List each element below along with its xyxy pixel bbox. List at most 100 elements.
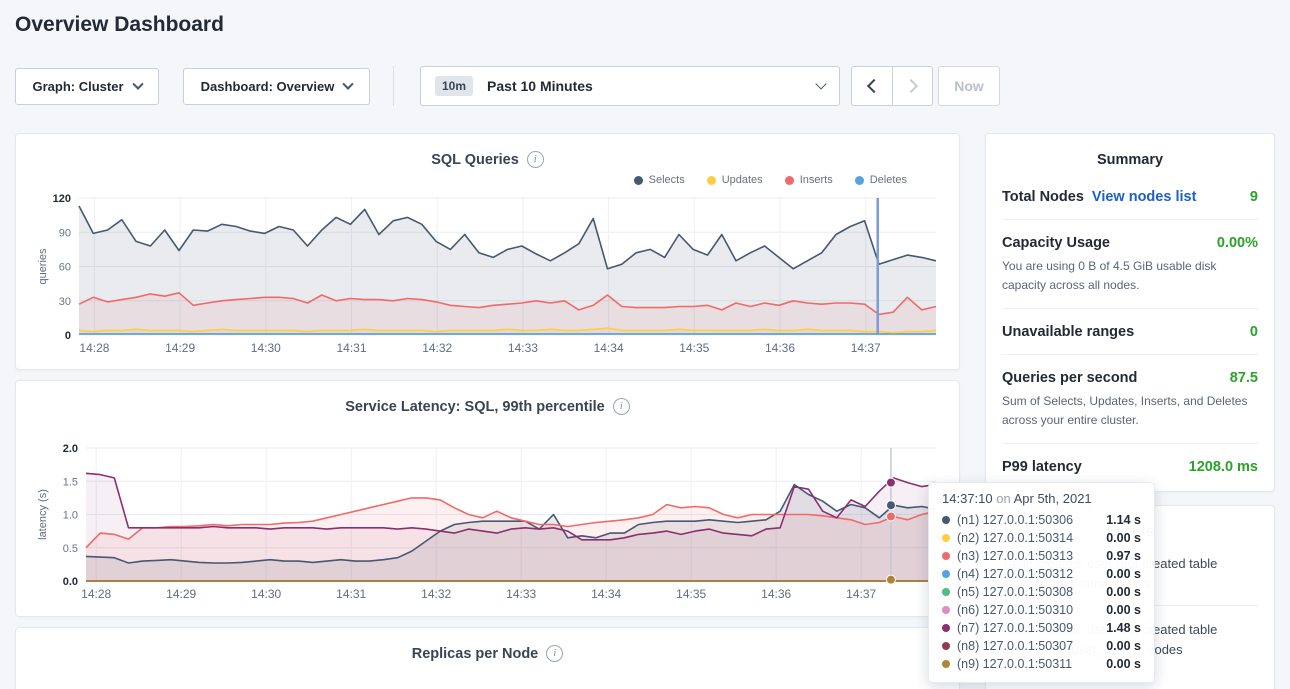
service-latency-card: Service Latency: SQL, 99th percentile i … [15, 380, 960, 617]
legend-dot-icon [634, 176, 643, 185]
svg-text:0.0: 0.0 [63, 576, 78, 588]
info-icon[interactable]: i [527, 151, 544, 168]
svg-text:14:28: 14:28 [79, 341, 109, 355]
legend-item-inserts[interactable]: Inserts [785, 174, 833, 186]
service-latency-title: Service Latency: SQL, 99th percentile [345, 399, 605, 415]
legend-item-deletes[interactable]: Deletes [855, 174, 907, 186]
node-latency-value: 0.00 s [1106, 585, 1141, 599]
chevron-down-icon [132, 78, 143, 89]
node-latency-value: 0.97 s [1106, 549, 1141, 563]
sql-queries-chart[interactable]: 14:28 14:29 14:30 14:31 14:32 14:33 14:34 14:35… [16, 134, 959, 369]
summary-title: Summary [986, 134, 1274, 168]
node-latency-value: 0.00 s [1106, 639, 1141, 653]
capacity-usage-value: 0.00% [1217, 235, 1258, 251]
capacity-usage-description: You are using 0 B of 4.5 GiB usable disk… [1002, 257, 1258, 294]
node-color-dot [942, 552, 950, 560]
p99-latency-label: P99 latency [1002, 459, 1082, 475]
node-address: (n6) 127.0.0.1:50310 [957, 603, 1099, 617]
node-address: (n2) 127.0.0.1:50314 [957, 531, 1099, 545]
node-address: (n8) 127.0.0.1:50307 [957, 639, 1099, 653]
legend-dot-icon [855, 176, 864, 185]
capacity-usage-label: Capacity Usage [1002, 235, 1110, 251]
svg-text:14:32: 14:32 [422, 341, 452, 355]
node-color-dot [942, 588, 950, 596]
p99-latency-value: 1208.0 ms [1189, 459, 1258, 475]
node-color-dot [942, 534, 950, 542]
tooltip-timestamp: 14:37:10 on Apr 5th, 2021 [942, 491, 1141, 511]
node-latency-value: 0.00 s [1106, 531, 1141, 545]
tooltip-node-row: (n1) 127.0.0.1:503061.14 s [942, 511, 1141, 529]
svg-text:14:30: 14:30 [251, 341, 281, 355]
unavailable-ranges-value: 0 [1250, 324, 1258, 340]
legend-dot-icon [785, 176, 794, 185]
tooltip-node-row: (n2) 127.0.0.1:50314 0.00 s [942, 529, 1141, 547]
replicas-per-node-card: Replicas per Node i [15, 627, 960, 689]
total-nodes-label: Total Nodes [1002, 189, 1084, 205]
svg-text:14:33: 14:33 [506, 587, 536, 601]
replicas-per-node-title: Replicas per Node [412, 646, 539, 662]
graph-dropdown[interactable]: Graph: Cluster [15, 68, 159, 105]
svg-text:90: 90 [59, 227, 71, 239]
svg-text:14:29: 14:29 [165, 341, 195, 355]
summary-row-unavailable-ranges: Unavailable ranges 0 [1002, 309, 1258, 355]
chevron-right-icon [903, 79, 917, 93]
svg-text:1.0: 1.0 [63, 510, 78, 522]
time-prev-button[interactable] [852, 67, 892, 105]
node-address: (n5) 127.0.0.1:50308 [957, 585, 1099, 599]
summary-row-capacity-usage: Capacity Usage 0.00% You are using 0 B o… [1002, 220, 1258, 309]
node-address: (n7) 127.0.0.1:50309 [957, 621, 1099, 635]
svg-text:14:31: 14:31 [336, 587, 366, 601]
legend-item-selects[interactable]: Selects [634, 174, 685, 186]
node-latency-value: 0.00 s [1106, 567, 1141, 581]
svg-text:14:28: 14:28 [81, 587, 111, 601]
svg-text:14:30: 14:30 [251, 587, 281, 601]
time-nav-group [851, 66, 933, 106]
queries-per-second-value: 87.5 [1230, 370, 1258, 386]
dashboard-dropdown-label: Dashboard: Overview [201, 79, 335, 94]
node-address: (n3) 127.0.0.1:50313 [957, 549, 1099, 563]
node-address: (n4) 127.0.0.1:50312 [957, 567, 1099, 581]
queries-per-second-label: Queries per second [1002, 370, 1137, 386]
time-next-button[interactable] [892, 67, 932, 105]
service-latency-chart[interactable]: 14:2814:2914:3014:3114:3214:3314:3414:35… [16, 381, 959, 616]
svg-text:0.5: 0.5 [63, 543, 78, 555]
tooltip-node-row: (n8) 127.0.0.1:50307 0.00 s [942, 637, 1141, 655]
time-range-picker[interactable]: 10m Past 10 Minutes [420, 66, 840, 106]
node-color-dot [942, 624, 950, 632]
info-icon[interactable]: i [613, 398, 630, 415]
svg-text:60: 60 [59, 262, 71, 274]
info-icon[interactable]: i [546, 645, 563, 662]
total-nodes-value: 9 [1250, 189, 1258, 205]
queries-per-second-description: Sum of Selects, Updates, Inserts, and De… [1002, 392, 1258, 429]
svg-text:14:34: 14:34 [594, 341, 624, 355]
node-latency-value: 0.00 s [1106, 603, 1141, 617]
svg-text:1.5: 1.5 [63, 476, 78, 488]
summary-row-total-nodes: Total Nodes View nodes list 9 [1002, 174, 1258, 220]
svg-text:14:31: 14:31 [337, 341, 367, 355]
tooltip-node-row: (n3) 127.0.0.1:50313 0.97 s [942, 547, 1141, 565]
summary-row-queries-per-second: Queries per second 87.5 Sum of Selects, … [1002, 355, 1258, 444]
now-button[interactable]: Now [938, 66, 1000, 106]
view-nodes-list-link[interactable]: View nodes list [1092, 189, 1197, 205]
tooltip-node-row: (n9) 127.0.0.1:503110.00 s [942, 655, 1141, 673]
svg-text:14:33: 14:33 [508, 341, 538, 355]
node-address: (n9) 127.0.0.1:50311 [957, 657, 1099, 671]
tooltip-node-row: (n4) 127.0.0.1:50312 0.00 s [942, 565, 1141, 583]
svg-text:14:35: 14:35 [679, 341, 709, 355]
legend-item-updates[interactable]: Updates [707, 174, 763, 186]
svg-text:14:36: 14:36 [765, 341, 795, 355]
svg-text:14:36: 14:36 [761, 587, 791, 601]
dashboard-dropdown[interactable]: Dashboard: Overview [183, 68, 370, 105]
node-color-dot [942, 660, 950, 668]
svg-text:120: 120 [53, 193, 71, 205]
node-latency-value: 1.14 s [1106, 513, 1141, 527]
chevron-down-icon [815, 78, 826, 89]
node-color-dot [942, 642, 950, 650]
svg-text:queries: queries [37, 248, 49, 285]
time-range-badge: 10m [435, 76, 473, 96]
graph-dropdown-label: Graph: Cluster [32, 79, 123, 94]
node-color-dot [942, 516, 950, 524]
sql-queries-title: SQL Queries [431, 152, 519, 168]
svg-text:30: 30 [59, 296, 71, 308]
svg-text:14:34: 14:34 [591, 587, 621, 601]
